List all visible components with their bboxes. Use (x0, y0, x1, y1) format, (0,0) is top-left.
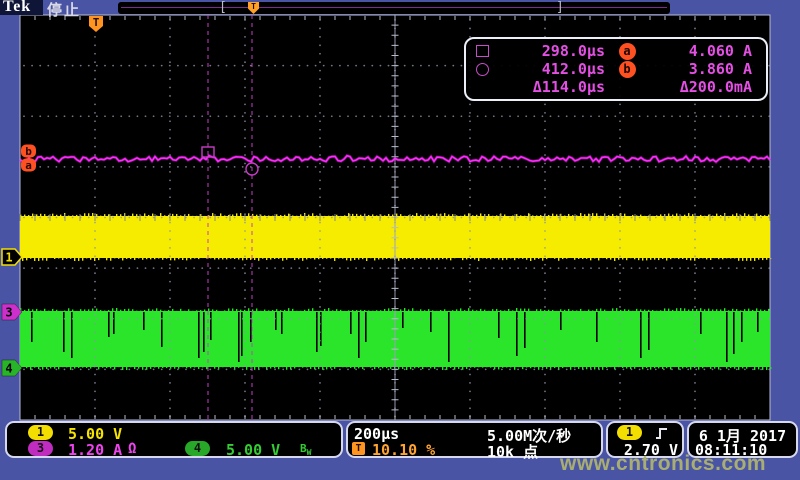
cursor-a-square-icon (476, 45, 489, 57)
ch4-band-dropout (365, 312, 367, 342)
ch3-scale-value[interactable]: 1.20 A (68, 441, 122, 459)
brand-logo: Tek (3, 0, 31, 16)
svg-text:b: b (25, 145, 32, 158)
cursor-a-value: 4.060 A (649, 42, 752, 60)
svg-text:4: 4 (5, 362, 12, 376)
ch4-band-dropout (281, 312, 283, 334)
ch3-badge[interactable]: 3 (28, 441, 53, 456)
cursor-delta-value: Δ200.0mA (649, 78, 752, 96)
cursor-b-value: 3.860 A (649, 60, 752, 78)
window-bracket-left-icon: [ (219, 0, 227, 15)
cursor-a-badge: a (619, 43, 636, 60)
ch4-band-dropout (198, 312, 200, 358)
ch1-badge[interactable]: 1 (28, 425, 53, 440)
trigger-position-badge-icon: T (352, 442, 365, 455)
ch4-band-dropout (733, 312, 735, 354)
acquisition-preview-bar: [ ] T (118, 2, 670, 14)
ch4-band-dropout (143, 312, 145, 330)
record-waveform-line (121, 7, 667, 8)
rising-edge-icon (655, 427, 669, 440)
ch4-band-dropout (113, 312, 115, 334)
ch4-band-dropout (203, 312, 205, 352)
window-bracket-right-icon: ] (556, 0, 564, 15)
cursor-b-badge: b (619, 61, 636, 78)
acquisition-status: 停止 (47, 0, 81, 20)
ch4-band-dropout (350, 312, 352, 334)
ch4-band-dropout (560, 312, 562, 330)
ch4-band-dropout (741, 312, 743, 342)
watermark: www.cntronics.com (560, 452, 766, 476)
ch4-band-dropout (596, 312, 598, 342)
ch4-band-dropout (31, 312, 33, 342)
ch4-band-dropout (402, 312, 404, 328)
ch4-band-dropout (726, 312, 728, 362)
ch4-band-dropout (210, 312, 212, 340)
ch4-band-dropout (700, 312, 702, 334)
ch4-band-dropout (757, 312, 759, 332)
channel-scales-box: 1 5.00 V 3 1.20 A Ω 4 5.00 V BW (5, 421, 343, 458)
ch3-impedance-ohm-label: Ω (128, 441, 136, 457)
ch4-band-dropout (524, 312, 526, 348)
ch4-bandwidth-limit-icon: BW (300, 442, 311, 457)
ch4-band-dropout (498, 312, 500, 338)
trigger-source-badge[interactable]: 1 (617, 425, 642, 440)
ch4-band-dropout (448, 312, 450, 362)
ch4-band-dropout (430, 312, 432, 332)
cursor-a-time: 298.0μs (502, 42, 605, 60)
ch4-band-dropout (238, 312, 240, 362)
ch4-scale-value[interactable]: 5.00 V (226, 441, 280, 459)
svg-text:3: 3 (5, 306, 12, 320)
svg-text:a: a (25, 159, 32, 172)
ch4-badge[interactable]: 4 (185, 441, 210, 456)
trigger-position-percent: 10.10 % (372, 441, 435, 459)
record-length-value: 10k 点 (487, 441, 538, 462)
cursor-delta-time: Δ114.0μs (502, 78, 605, 96)
ch4-band-dropout (250, 312, 252, 342)
ch4-band-dropout (161, 312, 163, 347)
ch4-band-dropout (358, 312, 360, 358)
ch4-band-dropout (316, 312, 318, 352)
cursor-readout-box: 298.0μs a 4.060 A 412.0μs b 3.860 A Δ114… (464, 37, 768, 101)
svg-text:1: 1 (5, 251, 12, 265)
svg-text:T: T (93, 16, 100, 29)
ch4-band-dropout (275, 312, 277, 330)
ch4-band-dropout (648, 312, 650, 350)
ch4-band-dropout (108, 312, 110, 337)
cursor-b-circle-icon (476, 63, 489, 76)
trigger-position-bar-icon: T (248, 2, 259, 14)
cursor-b-time: 412.0μs (502, 60, 605, 78)
